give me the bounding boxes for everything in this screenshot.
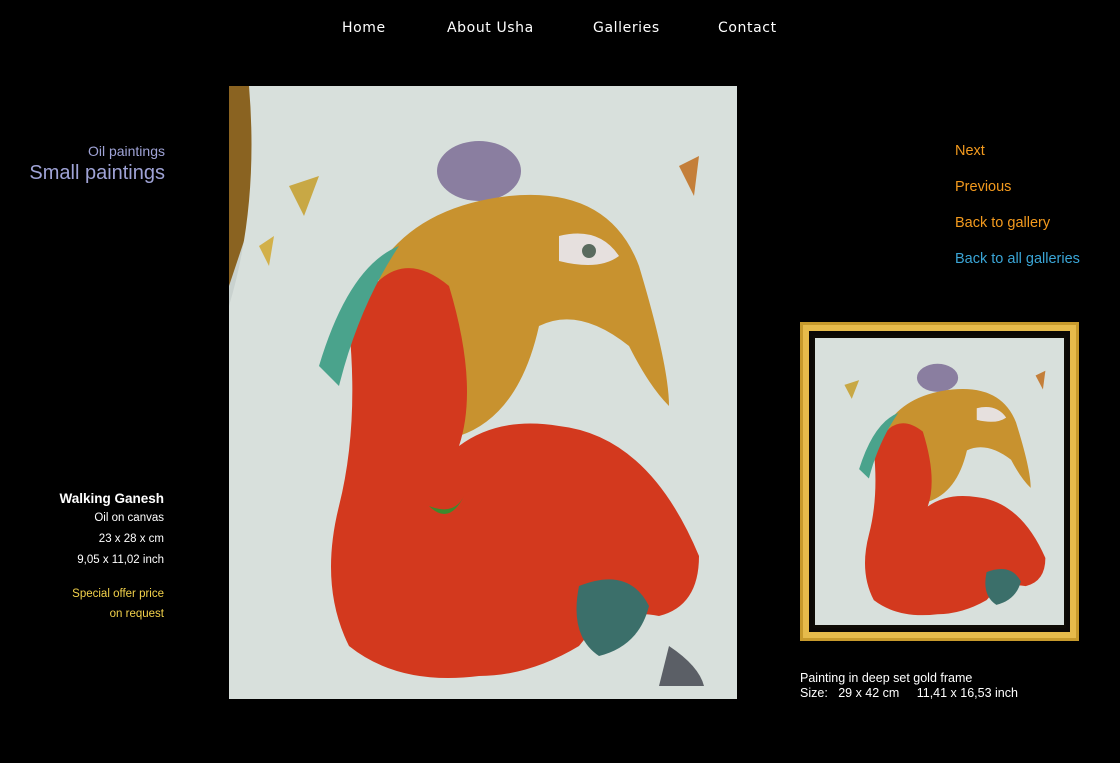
framed-painting-image [800, 322, 1079, 641]
next-link[interactable]: Next [955, 141, 1080, 161]
frame-caption: Painting in deep set gold frame Size: 29… [800, 671, 1018, 701]
category-small-paintings[interactable]: Small paintings [29, 160, 165, 186]
frame-caption-line-1: Painting in deep set gold frame [800, 671, 973, 685]
frame-caption-line-2: Size: 29 x 42 cm 11,41 x 16,53 inch [800, 686, 1018, 700]
category-oil-paintings[interactable]: Oil paintings [29, 142, 165, 160]
category-menu: Oil paintings Small paintings [29, 142, 165, 186]
artwork-size-cm: 23 x 28 x cm [98, 533, 164, 545]
back-to-gallery-link[interactable]: Back to gallery [955, 213, 1080, 233]
artwork-title: Walking Ganesh [59, 491, 164, 506]
nav-about-link[interactable]: About Usha [447, 20, 534, 36]
previous-link[interactable]: Previous [955, 177, 1080, 197]
artwork-info: Walking Ganesh Oil on canvas 23 x 28 x c… [59, 489, 164, 624]
painting-navigation: Next Previous Back to gallery Back to al… [955, 141, 1080, 285]
nav-galleries-link[interactable]: Galleries [593, 20, 660, 36]
nav-home-link[interactable]: Home [342, 20, 386, 36]
main-painting-image [229, 86, 737, 699]
top-navigation: Home About Usha Galleries Contact [0, 20, 1120, 40]
offer-line-1: Special offer price [72, 588, 164, 600]
nav-contact-link[interactable]: Contact [718, 20, 777, 36]
special-offer-note: Special offer price on request [59, 584, 164, 624]
artwork-size-inch: 9,05 x 11,02 inch [77, 554, 164, 566]
artwork-medium: Oil on canvas [94, 512, 164, 524]
back-to-all-galleries-link[interactable]: Back to all galleries [955, 249, 1080, 269]
offer-line-2: on request [109, 608, 164, 620]
